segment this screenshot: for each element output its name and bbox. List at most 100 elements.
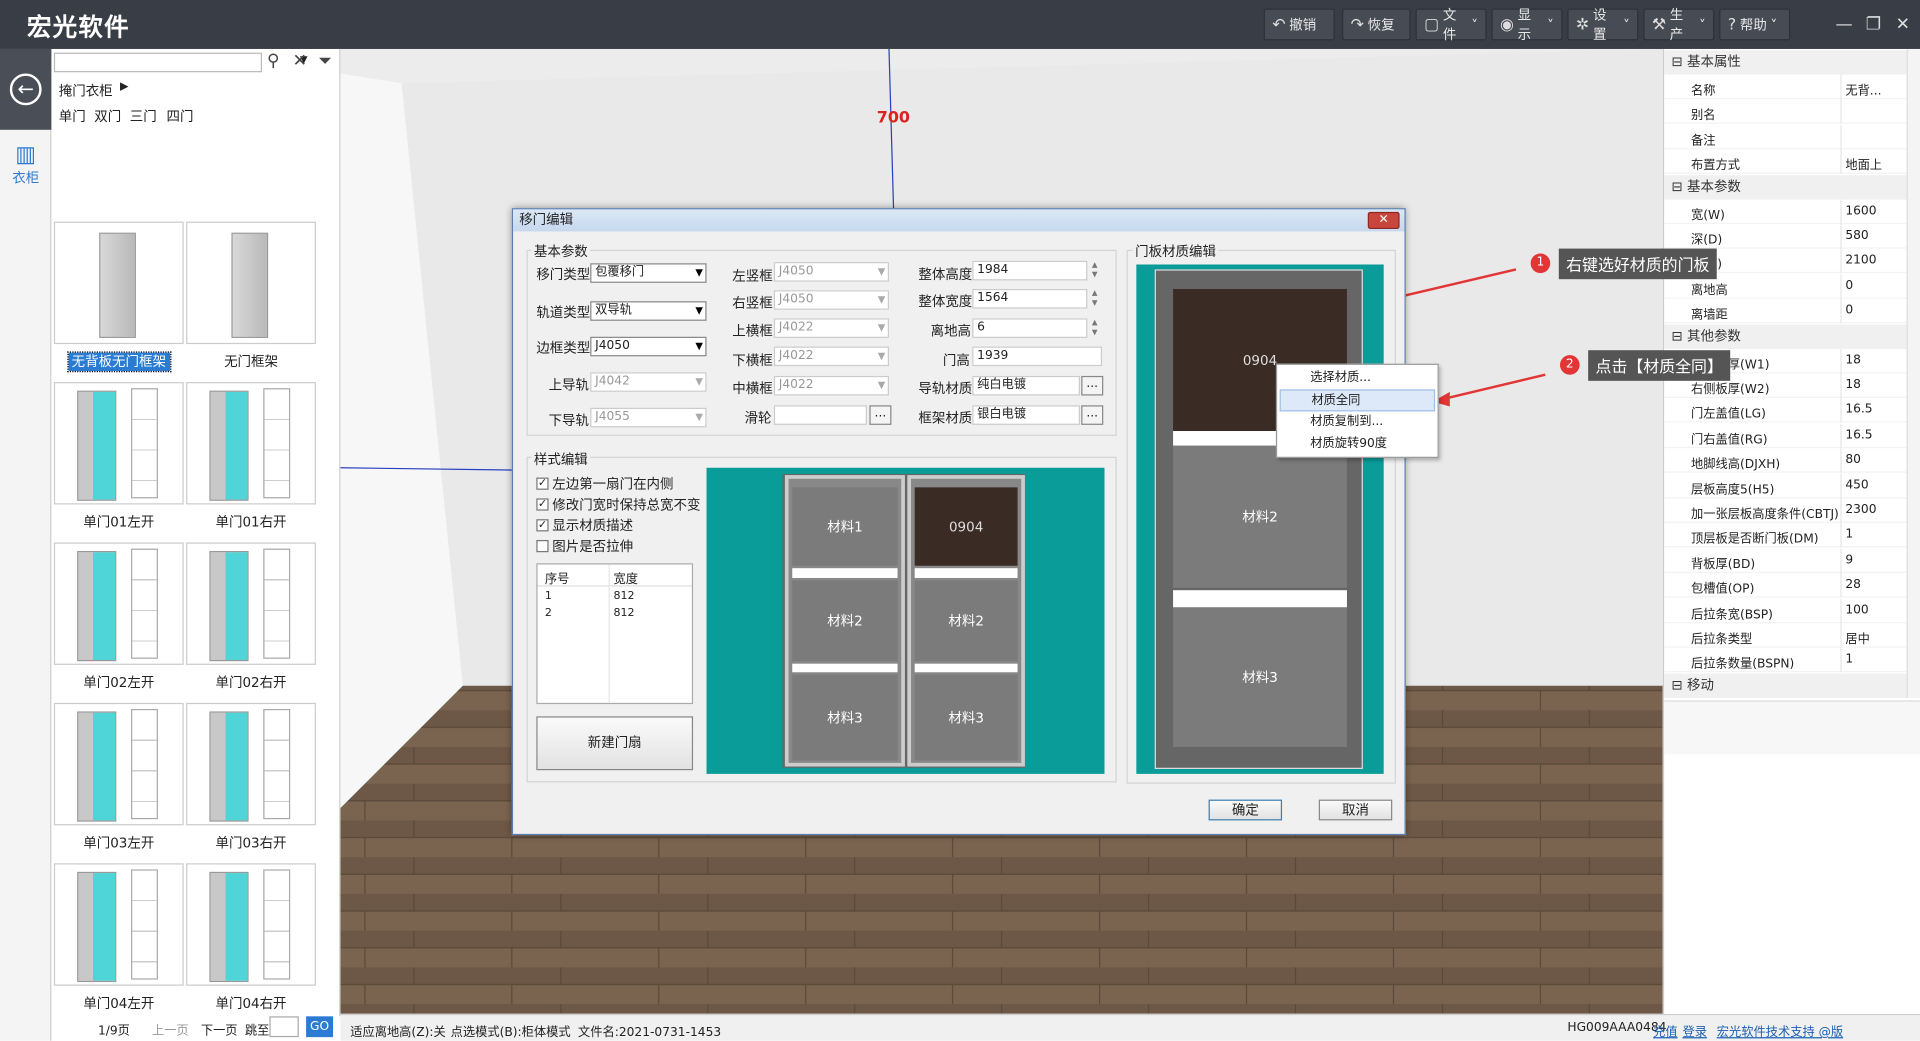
top-crossbar-select[interactable]: J4022 ▼ xyxy=(773,318,889,338)
catalog-thumbnail[interactable] xyxy=(53,702,184,826)
mid-crossbar-select[interactable]: J4022 ▼ xyxy=(773,375,889,396)
frame-type-select[interactable]: J4050 ▼ xyxy=(590,336,707,357)
property-row[interactable]: 包槽值(OP) 28 xyxy=(1664,573,1907,598)
redo-button[interactable]: ↷ 恢复 xyxy=(1342,8,1411,41)
close-button[interactable]: ✕ xyxy=(1888,11,1917,38)
property-row[interactable]: 备注 xyxy=(1664,124,1907,150)
catalog-thumbnail[interactable] xyxy=(186,863,316,986)
frame-material-field[interactable]: 银白电镀 xyxy=(972,405,1081,425)
property-row[interactable]: 布置方式 地面上 xyxy=(1664,149,1907,175)
catalog-item-label[interactable]: 单门02右开 xyxy=(186,672,316,692)
recharge-link[interactable]: 充值 xyxy=(1653,1021,1677,1039)
property-row[interactable]: 深(D) 580 xyxy=(1664,224,1907,249)
display-menu-button[interactable]: ◉ 显示 ˅ xyxy=(1491,7,1563,43)
preview-panel[interactable]: 材料2 xyxy=(914,580,1018,662)
property-row[interactable]: 名称 无背... xyxy=(1664,74,1907,100)
status-ground-fit[interactable]: 适应离地高(Z):关 xyxy=(350,1021,446,1039)
catalog-item-label[interactable]: 无背板无门框架 xyxy=(54,351,184,373)
rail-item-wardrobe[interactable]: ▥ 衣柜 xyxy=(0,142,51,196)
property-row[interactable]: 背板厚(BD) 9 xyxy=(1664,548,1907,573)
property-row[interactable]: 后拉条宽(BSP) 100 xyxy=(1664,598,1907,623)
total-height-input[interactable]: 1984 xyxy=(972,260,1088,281)
catalog-thumbnail[interactable] xyxy=(53,863,184,986)
property-row[interactable]: 加一张层板高度条件(CBTJ) 2300 xyxy=(1664,498,1907,523)
tab-quad-door[interactable]: 四门 xyxy=(167,107,194,127)
table-row[interactable]: 1 812 xyxy=(538,589,692,606)
catalog-item-label[interactable]: 单门03右开 xyxy=(186,833,316,853)
door-type-select[interactable]: 包覆移门 ▼ xyxy=(590,263,707,283)
material-panel[interactable]: 材料3 xyxy=(1173,607,1347,747)
catalog-thumbnail[interactable] xyxy=(186,221,316,345)
dialog-close-button[interactable]: ✕ xyxy=(1367,211,1400,229)
catalog-item-label[interactable]: 单门01右开 xyxy=(186,512,316,532)
pulley-field[interactable] xyxy=(773,405,867,425)
bottom-crossbar-select[interactable]: J4022 ▼ xyxy=(773,346,889,367)
file-menu-button[interactable]: ▢ 文件 ˅ xyxy=(1415,7,1487,43)
option-checkbox[interactable]: 图片是否拉伸 xyxy=(536,536,633,556)
property-row[interactable]: 门右盖值(RG) 16.5 xyxy=(1664,423,1907,448)
minimize-button[interactable]: — xyxy=(1829,11,1858,38)
next-page-button[interactable]: 下一页 xyxy=(201,1020,238,1038)
catalog-item-label[interactable]: 单门04右开 xyxy=(186,993,316,1013)
property-row[interactable]: 离墙距 0 xyxy=(1664,299,1907,324)
property-section[interactable]: ⊟ 其他参数 xyxy=(1664,323,1907,349)
catalog-thumbnail[interactable] xyxy=(186,702,316,826)
property-row[interactable]: 别名 xyxy=(1664,99,1907,125)
prev-page-button[interactable]: 上一页 xyxy=(152,1020,189,1038)
track-material-field[interactable]: 纯白电镀 xyxy=(972,375,1081,396)
catalog-thumbnail[interactable] xyxy=(186,542,316,665)
material-panel[interactable]: 材料2 xyxy=(1173,445,1347,588)
property-row[interactable]: 顶层板是否断门板(DM) 1 xyxy=(1664,523,1907,548)
help-menu-button[interactable]: ? 帮助 ˅ xyxy=(1719,8,1791,41)
property-row[interactable]: 宽(W) 1600 xyxy=(1664,199,1907,224)
menu-item-material-same[interactable]: 材质全同 xyxy=(1279,389,1436,412)
new-door-button[interactable]: 新建门扇 xyxy=(536,716,694,771)
catalog-thumbnail[interactable] xyxy=(53,382,184,505)
track-material-browse-button[interactable]: ... xyxy=(1081,375,1104,396)
total-width-spinner[interactable]: ▲ ▼ xyxy=(1089,289,1101,309)
settings-menu-button[interactable]: ✲ 设置 ˅ xyxy=(1567,7,1639,43)
search-input[interactable] xyxy=(53,52,263,73)
preview-panel[interactable]: 0904 xyxy=(914,487,1018,566)
property-section[interactable]: ⊟ 基本参数 xyxy=(1664,174,1907,200)
restore-button[interactable]: ❐ xyxy=(1859,11,1888,38)
door-height-input[interactable]: 1939 xyxy=(972,346,1103,367)
option-checkbox[interactable]: ✓ 修改门宽时保持总宽不变 xyxy=(536,495,700,515)
track-type-select[interactable]: 双导轨 ▼ xyxy=(590,301,707,321)
property-row[interactable]: 门左盖值(LG) 16.5 xyxy=(1664,398,1907,423)
menu-item-copy-material[interactable]: 材质复制到... xyxy=(1280,411,1436,433)
preview-panel[interactable]: 材料1 xyxy=(792,487,898,566)
preview-panel[interactable]: 材料3 xyxy=(792,674,898,761)
total-height-spinner[interactable]: ▲ ▼ xyxy=(1089,261,1101,281)
go-button[interactable]: GO xyxy=(306,1016,334,1038)
preview-panel[interactable]: 材料2 xyxy=(792,580,898,662)
catalog-item-label[interactable]: 单门04左开 xyxy=(54,993,184,1013)
pulley-browse-button[interactable]: ... xyxy=(869,405,892,425)
right-stile-select[interactable]: J4050 ▼ xyxy=(773,290,889,310)
property-section[interactable]: ⊟ 基本属性 xyxy=(1664,50,1907,75)
catalog-thumbnail[interactable] xyxy=(53,221,184,345)
property-row[interactable]: 后拉条类型 居中 xyxy=(1664,623,1907,648)
menu-item-rotate-material[interactable]: 材质旋转90度 xyxy=(1280,433,1436,455)
option-checkbox[interactable]: ✓ 显示材质描述 xyxy=(536,516,633,536)
property-row[interactable]: 后拉条数量(BSPN) 1 xyxy=(1664,648,1907,673)
undo-button[interactable]: ↶ 撤销 xyxy=(1263,8,1335,41)
table-row[interactable]: 2 812 xyxy=(538,606,692,623)
catalog-item-label[interactable]: 单门02左开 xyxy=(54,672,184,692)
bottom-rail-select[interactable]: J4055 ▼ xyxy=(590,407,707,428)
menu-item-select-material[interactable]: 选择材质... xyxy=(1280,367,1436,389)
search-icon[interactable]: ⚲ xyxy=(267,51,280,71)
support-link[interactable]: 宏光软件技术支持 @版本:5.9.7.2121 xyxy=(1717,1021,1920,1041)
property-section[interactable]: ⊟ 移动 xyxy=(1664,673,1907,698)
login-link[interactable]: 登录 xyxy=(1682,1021,1706,1039)
top-rail-select[interactable]: J4042 ▼ xyxy=(590,372,707,392)
total-width-input[interactable]: 1564 xyxy=(972,288,1088,309)
property-row[interactable]: 层板高度5(H5) 450 xyxy=(1664,473,1907,498)
produce-menu-button[interactable]: ⚒ 生产 ˅ xyxy=(1643,7,1715,43)
catalog-item-label[interactable]: 无门框架 xyxy=(186,351,316,371)
left-stile-select[interactable]: J4050 ▼ xyxy=(773,262,889,282)
back-button[interactable]: ← xyxy=(0,48,52,130)
preview-panel[interactable]: 材料3 xyxy=(914,674,1018,761)
catalog-item-label[interactable]: 单门03左开 xyxy=(54,833,184,853)
frame-material-browse-button[interactable]: ... xyxy=(1081,405,1104,425)
